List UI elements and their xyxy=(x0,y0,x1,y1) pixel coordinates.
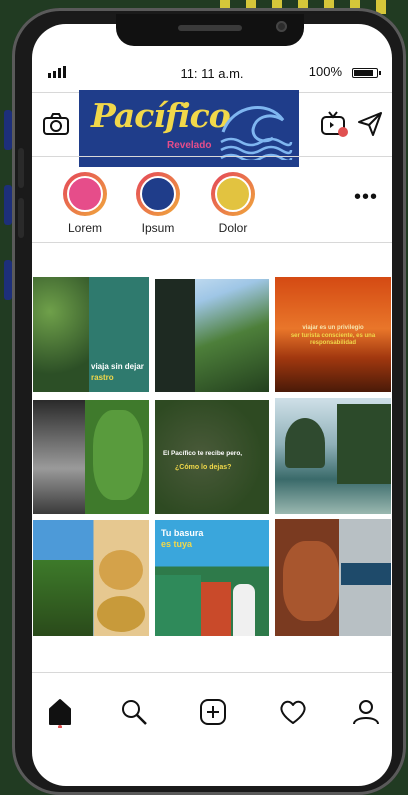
story-label: Lorem xyxy=(67,221,102,235)
battery-icon xyxy=(352,68,381,78)
post-caption-accent: ¿Cómo lo dejas? xyxy=(175,464,232,471)
wave-icon xyxy=(220,106,293,160)
post-tile[interactable] xyxy=(155,279,269,392)
volume-up-button xyxy=(18,148,24,188)
volume-down-button xyxy=(18,198,24,238)
stories-row: Lorem Ipsum Dolor ••• xyxy=(32,164,392,244)
post-caption-accent: ser turista consciente, es una responsab… xyxy=(290,333,376,347)
profile-icon[interactable] xyxy=(346,692,386,732)
post-tile[interactable]: viaja sin dejar rastro xyxy=(33,277,149,392)
tv-icon[interactable] xyxy=(318,108,350,140)
post-caption: viajar es un privilegio xyxy=(302,325,364,331)
divider xyxy=(32,242,392,243)
story-lorem[interactable]: Lorem xyxy=(57,172,113,235)
background-decoration xyxy=(4,185,12,225)
post-caption: viaja sin dejar xyxy=(91,362,144,371)
post-tile[interactable]: El Pacífico te recibe pero, ¿Cómo lo dej… xyxy=(155,400,269,514)
phone-screen: 11: 11 a.m. 100% Pacífico Revelado Lorem… xyxy=(32,24,392,786)
home-icon[interactable] xyxy=(40,692,80,732)
post-caption-accent: rastro xyxy=(91,373,114,382)
battery-percent: 100% xyxy=(308,64,342,79)
logo-subtitle: Revelado xyxy=(167,140,212,151)
story-avatar xyxy=(215,176,251,212)
story-ipsum[interactable]: Ipsum xyxy=(130,172,186,235)
story-avatar xyxy=(140,176,176,212)
post-tile[interactable] xyxy=(33,520,149,636)
post-caption: El Pacífico te recibe pero, xyxy=(163,450,243,457)
background-decoration xyxy=(4,110,12,150)
logo-title: Pacífico xyxy=(91,96,231,135)
heart-icon[interactable] xyxy=(273,692,313,732)
more-options-icon[interactable]: ••• xyxy=(354,186,378,209)
post-caption: Tu basura xyxy=(161,528,204,538)
search-icon[interactable] xyxy=(114,692,154,732)
front-camera xyxy=(276,21,287,32)
story-label: Dolor xyxy=(218,221,248,235)
story-label: Ipsum xyxy=(141,221,175,235)
send-icon[interactable] xyxy=(354,108,386,140)
post-caption-accent: es tuya xyxy=(161,539,193,549)
story-avatar xyxy=(67,176,103,212)
story-dolor[interactable]: Dolor xyxy=(205,172,261,235)
post-tile[interactable] xyxy=(33,400,149,514)
divider xyxy=(32,156,392,157)
bottom-navigation xyxy=(32,672,392,742)
post-tile[interactable]: viajar es un privilegio ser turista cons… xyxy=(275,277,391,392)
post-tile[interactable]: Tu basura es tuya xyxy=(155,520,269,636)
add-post-icon[interactable] xyxy=(193,692,233,732)
camera-icon[interactable] xyxy=(40,108,72,140)
speaker xyxy=(178,25,242,31)
status-bar: 11: 11 a.m. 100% xyxy=(32,60,392,86)
post-tile[interactable] xyxy=(275,398,391,514)
background-decoration xyxy=(4,260,12,300)
post-tile[interactable] xyxy=(275,519,391,636)
app-header: Pacífico Revelado xyxy=(32,90,392,167)
phone-notch xyxy=(116,14,304,46)
